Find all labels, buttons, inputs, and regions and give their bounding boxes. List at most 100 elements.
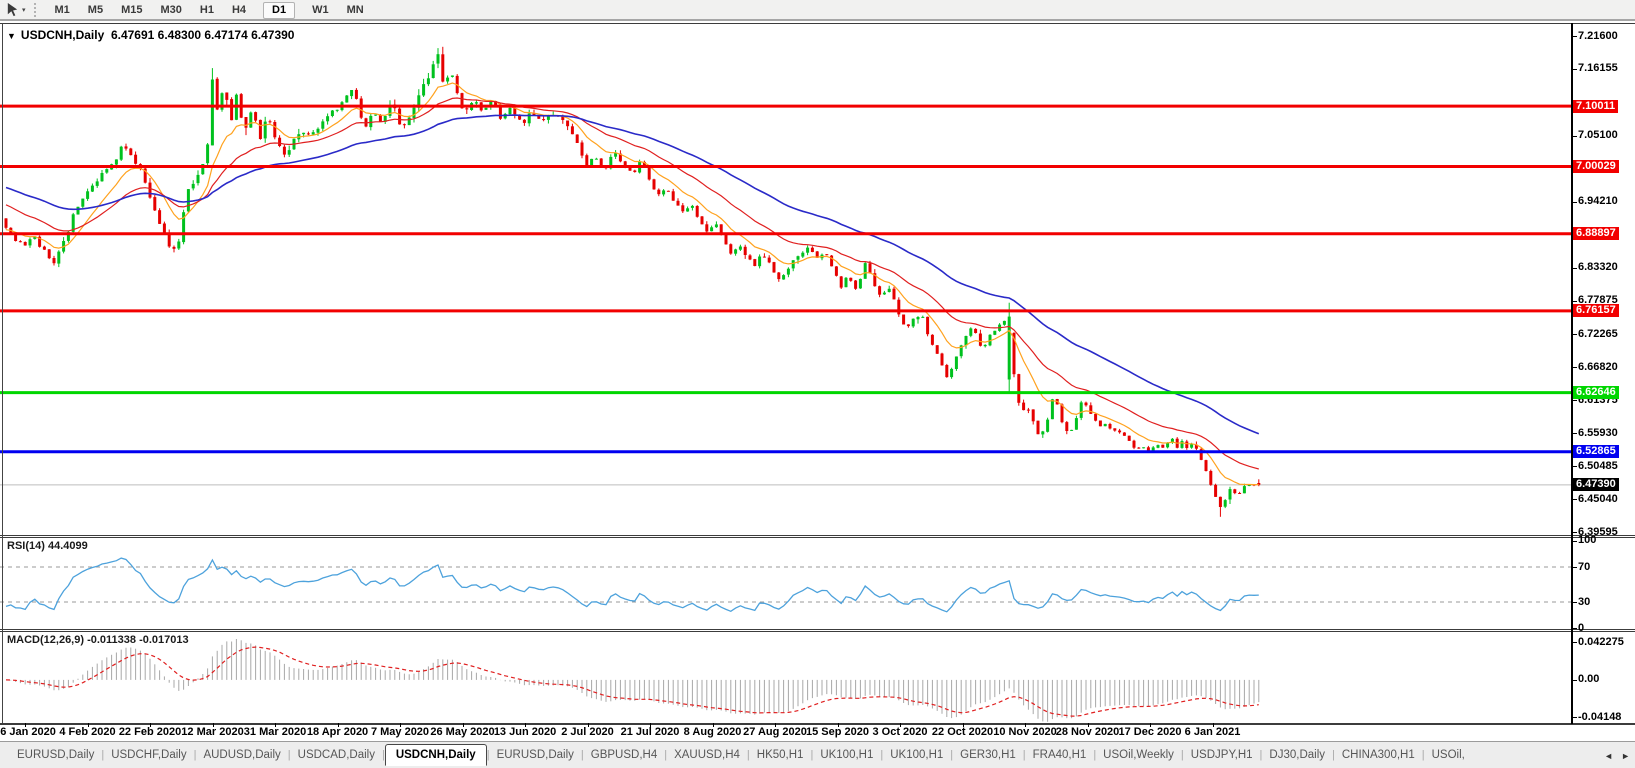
rsi-axis-label: 30: [1578, 595, 1591, 608]
cursor-tool-dropdown-icon[interactable]: ▾: [22, 6, 26, 14]
level-price-label: 6.76157: [1573, 304, 1619, 318]
toolbar-grip-handle[interactable]: [33, 2, 39, 17]
price-axis-tick: [1571, 68, 1577, 70]
time-axis-label: 16 Jan 2020: [0, 726, 56, 738]
time-axis-label: 4 Feb 2020: [59, 726, 116, 738]
level-price-label: 7.00029: [1573, 160, 1619, 173]
pane-separator: [0, 537, 1635, 538]
chart-tab-usdcnh-daily[interactable]: USDCNH,Daily: [384, 744, 487, 766]
price-axis-label: 6.72265: [1578, 327, 1618, 340]
time-axis-label: 3 Oct 2020: [872, 726, 928, 738]
time-axis-border: [0, 723, 1635, 725]
chart-top-border: [0, 23, 1635, 24]
price-axis-label: 6.83320: [1578, 261, 1618, 273]
timeframe-buttons: M1 M5 M15 M30 H1 H4 D1 W1 MN: [46, 0, 373, 19]
timeframe-mn-button[interactable]: MN: [338, 2, 373, 19]
pane-separator[interactable]: [0, 535, 1635, 536]
time-axis-label: 26 May 2020: [430, 726, 495, 738]
price-axis-label: 6.45040: [1578, 492, 1618, 505]
price-axis-label: 7.16155: [1578, 62, 1618, 75]
timeframe-m1-button[interactable]: M1: [46, 2, 79, 19]
chart-tab-hk50-h1[interactable]: HK50,H1: [750, 747, 811, 763]
price-axis-tick: [1571, 532, 1577, 533]
macd-axis-label: 0.00: [1578, 673, 1600, 686]
tab-scroll-right-icon[interactable]: ►: [1621, 751, 1630, 761]
time-axis-label: 7 May 2020: [370, 726, 430, 738]
chart-left-border: [2, 23, 3, 723]
timeframe-d1-button[interactable]: D1: [263, 1, 296, 19]
cursor-tool-icon[interactable]: [4, 2, 21, 18]
chart-tab-uk100-h1[interactable]: UK100,H1: [813, 747, 880, 763]
timeframe-h4-button[interactable]: H4: [223, 2, 255, 19]
rsi-indicator-pane[interactable]: [0, 538, 1571, 628]
chart-tab-ger30-h1[interactable]: GER30,H1: [953, 747, 1023, 763]
timeframe-w1-button[interactable]: W1: [303, 2, 338, 19]
chart-tabs: EURUSD,Daily | USDCHF,Daily | AUDUSD,Daily | U…: [10, 744, 1472, 766]
time-axis-label: 22 Oct 2020: [931, 726, 994, 738]
timeframe-h1-button[interactable]: H1: [191, 2, 223, 19]
timeframe-m5-button[interactable]: M5: [79, 2, 112, 19]
price-axis-tick: [1571, 334, 1577, 336]
chart-tab-bar: EURUSD,Daily | USDCHF,Daily | AUDUSD,Daily | U…: [0, 741, 1635, 768]
chart-title-ohlc: 6.47691 6.48300 6.47174 6.47390: [110, 28, 295, 42]
symbol-dropdown-icon[interactable]: ▼: [7, 31, 16, 41]
price-axis-label: 6.50485: [1578, 459, 1618, 472]
chart-tab-eurusd-daily[interactable]: EURUSD,Daily: [10, 747, 101, 763]
chart-tab-fra40-h1[interactable]: FRA40,H1: [1026, 747, 1094, 763]
tab-scroll-left-icon[interactable]: ◄: [1604, 751, 1613, 761]
rsi-axis-label: 70: [1578, 560, 1591, 573]
time-axis-label: 8 Aug 2020: [683, 726, 742, 738]
price-axis-tick: [1571, 466, 1577, 468]
time-axis-label: 13 Jun 2020: [493, 726, 557, 738]
timeframe-m15-button[interactable]: M15: [112, 2, 151, 19]
chart-tab-eurusd-daily[interactable]: EURUSD,Daily: [490, 747, 581, 763]
timeframe-toolbar: ▾ M1 M5 M15 M30 H1 H4 D1 W1 MN: [0, 0, 1635, 21]
chart-tab-usoil-weekly[interactable]: USOil,Weekly: [1096, 747, 1181, 763]
chart-tab-usdjpy-h1[interactable]: USDJPY,H1: [1184, 747, 1260, 763]
macd-axis-label: -0.04148: [1578, 710, 1622, 723]
chart-title-symbol: USDCNH,Daily: [20, 28, 105, 42]
trading-platform-window: ▾ M1 M5 M15 M30 H1 H4 D1 W1 MN ▼ USDCNH,Daily 6.4…: [0, 0, 1635, 768]
macd-axis-tick: [1571, 717, 1577, 718]
rsi-axis-label: 0: [1578, 621, 1585, 634]
current-price-label: 6.47390: [1573, 478, 1619, 492]
macd-axis-tick: [1571, 642, 1577, 643]
price-axis-tick: [1571, 36, 1577, 37]
time-axis-label: 31 Mar 2020: [243, 726, 307, 738]
pane-separator[interactable]: [0, 629, 1635, 630]
tab-navigation: ◄ ►: [1598, 742, 1630, 768]
macd-axis-label: 0.042275: [1578, 635, 1624, 648]
time-axis-label: 6 Jan 2021: [1184, 726, 1241, 738]
cursor-arrow-icon: [7, 2, 18, 17]
level-price-label: 7.10011: [1573, 99, 1619, 113]
chart-tab-usoil[interactable]: USOil,: [1425, 747, 1472, 763]
time-axis-label: 15 Sep 2020: [806, 726, 869, 738]
price-axis-border[interactable]: [1571, 23, 1573, 724]
price-axis-label: 7.05100: [1578, 129, 1618, 142]
pane-separator: [0, 631, 1635, 632]
chart-tab-audusd-daily[interactable]: AUDUSD,Daily: [196, 747, 287, 763]
level-price-label: 6.62646: [1573, 386, 1619, 400]
price-axis-label: 7.21600: [1578, 29, 1618, 42]
price-axis-tick: [1571, 135, 1577, 137]
timeframe-m30-button[interactable]: M30: [151, 2, 190, 19]
chart-tab-gbpusd-h4[interactable]: GBPUSD,H4: [584, 747, 664, 763]
price-axis-tick: [1571, 267, 1577, 269]
time-axis-label: 18 Apr 2020: [306, 726, 369, 738]
chart-tab-uk100-h1[interactable]: UK100,H1: [883, 747, 950, 763]
price-axis-label: 6.55930: [1578, 426, 1618, 439]
price-axis-label: 6.66820: [1578, 360, 1618, 373]
chart-tab-usdchf-daily[interactable]: USDCHF,Daily: [104, 747, 193, 763]
rsi-axis-tick: [1571, 567, 1577, 568]
time-axis-label: 21 Jul 2020: [620, 726, 680, 738]
main-chart-pane[interactable]: [0, 23, 1571, 535]
chart-tab-usdcad-daily[interactable]: USDCAD,Daily: [291, 747, 382, 763]
price-axis-tick: [1571, 499, 1577, 501]
chart-tab-china300-h1[interactable]: CHINA300,H1: [1335, 747, 1422, 763]
time-axis-label: 2 Jul 2020: [561, 726, 614, 738]
chart-tab-dj30-daily[interactable]: DJ30,Daily: [1262, 747, 1332, 763]
macd-indicator-pane[interactable]: [0, 633, 1571, 722]
chart-tab-xauusd-h4[interactable]: XAUUSD,H4: [667, 747, 747, 763]
time-axis-label: 22 Feb 2020: [118, 726, 182, 738]
chart-title: ▼ USDCNH,Daily 6.47691 6.48300 6.47174 6.…: [7, 28, 294, 42]
